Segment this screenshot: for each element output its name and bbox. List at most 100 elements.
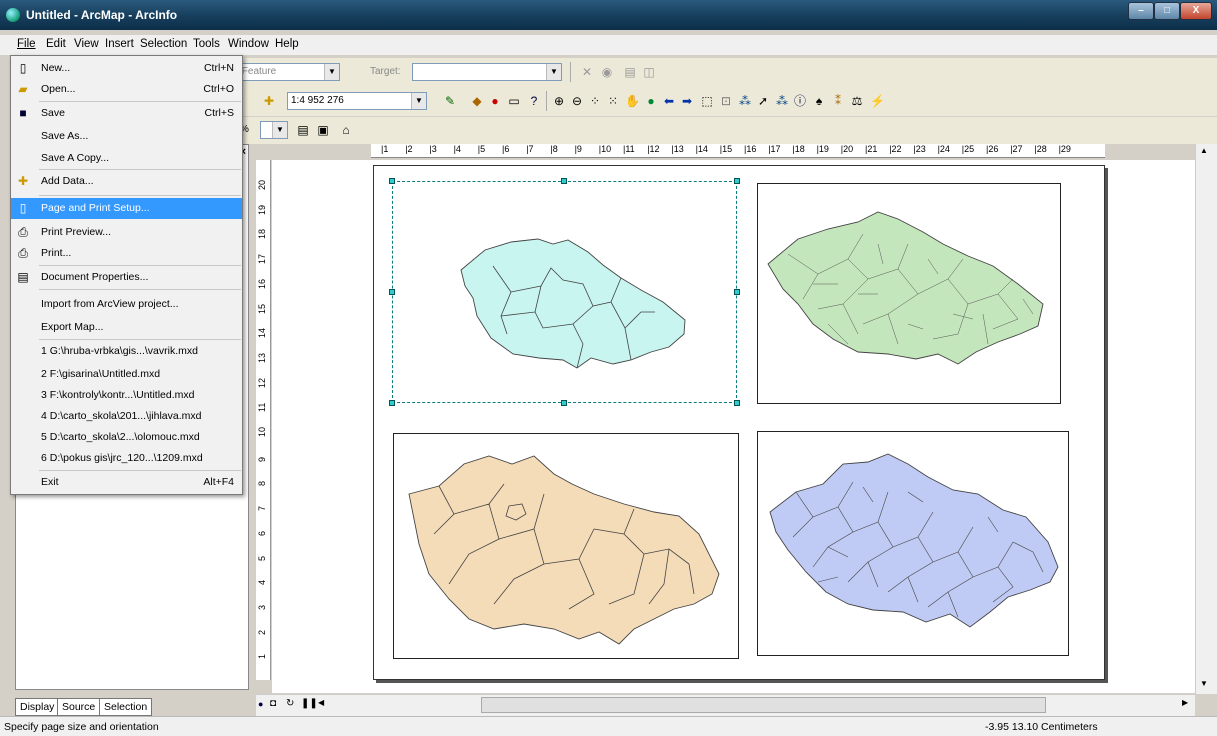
scroll-down-icon[interactable]: ▼: [1200, 679, 1208, 688]
minimize-button[interactable]: –: [1128, 2, 1154, 20]
clear-selection-icon[interactable]: ⊡: [719, 94, 733, 108]
fixed-zoom-out-icon[interactable]: ⁙: [606, 94, 620, 108]
sketch-properties-icon[interactable]: ◫: [642, 65, 656, 79]
attributes-icon[interactable]: ▤: [623, 65, 637, 79]
ruler-tick-label: 5: [257, 555, 267, 561]
go-to-xy-icon[interactable]: ⁑: [831, 94, 845, 108]
scroll-left-icon[interactable]: ◀: [318, 698, 324, 707]
select-features-icon[interactable]: ⬚: [700, 94, 714, 108]
target-combo[interactable]: ▼: [412, 63, 562, 81]
arc-icon[interactable]: ◉: [600, 65, 614, 79]
selection-handle[interactable]: [389, 400, 395, 406]
forward-extent-icon[interactable]: ➡: [680, 94, 694, 108]
change-layout-icon[interactable]: ⌂: [339, 123, 353, 137]
close-button[interactable]: X: [1180, 2, 1212, 20]
selection-handle[interactable]: [561, 400, 567, 406]
editor-icon[interactable]: ✎: [443, 94, 457, 108]
zoom-percent-combo[interactable]: ▼: [260, 121, 288, 139]
horizontal-scrollbar[interactable]: ● ◘ ↻ ❚❚ ◀ ▶: [256, 694, 1195, 716]
fixed-zoom-in-icon[interactable]: ⁘: [588, 94, 602, 108]
data-view-icon[interactable]: ●: [258, 699, 263, 709]
menu-window[interactable]: Window: [228, 38, 269, 50]
menu-insert[interactable]: Insert: [105, 38, 134, 50]
menu-item-open[interactable]: ▰ Open... Ctrl+O: [11, 79, 242, 100]
selection-handle[interactable]: [734, 400, 740, 406]
vertical-scrollbar[interactable]: ▲ ▼: [1195, 144, 1217, 694]
menu-file[interactable]: File: [17, 38, 36, 50]
menu-item-page-print-setup[interactable]: ▯ Page and Print Setup...: [11, 198, 242, 219]
menu-item-print[interactable]: ⎙ Print...: [11, 243, 242, 264]
menu-item-print-preview[interactable]: ⎙ Print Preview...: [11, 222, 242, 243]
menu-separator: [39, 195, 241, 196]
menu-item-export-map[interactable]: Export Map...: [11, 317, 242, 338]
toggle-draft-icon[interactable]: ▤: [296, 123, 310, 137]
measure-icon[interactable]: ⚖: [850, 94, 864, 108]
command-line-icon[interactable]: ▭: [507, 94, 521, 108]
layout-page[interactable]: [373, 165, 1105, 680]
menu-item-import[interactable]: Import from ArcView project...: [11, 294, 242, 315]
recent-file-5[interactable]: 5 D:\carto_skola\2...\olomouc.mxd: [11, 427, 242, 448]
menu-item-add-data[interactable]: ✚ Add Data...: [11, 171, 242, 192]
ruler-tick-label: |14: [695, 144, 708, 154]
selection-handle[interactable]: [389, 289, 395, 295]
menu-item-document-properties[interactable]: ▤ Document Properties...: [11, 267, 242, 288]
recent-file-2[interactable]: 2 F:\gisarina\Untitled.mxd: [11, 364, 242, 385]
ruler-tick-label: |28: [1034, 144, 1047, 154]
scale-combo[interactable]: 1:4 952 276 ▼: [287, 92, 427, 110]
ruler-tick-label: 15: [257, 303, 267, 314]
tab-selection[interactable]: Selection: [99, 698, 153, 716]
zoom-in-icon[interactable]: ⊕: [552, 94, 566, 108]
selection-handle[interactable]: [389, 178, 395, 184]
menu-selection[interactable]: Selection: [140, 38, 187, 50]
scroll-right-icon[interactable]: ▶: [1182, 698, 1188, 707]
menu-item-exit[interactable]: Exit Alt+F4: [11, 472, 242, 493]
scroll-thumb[interactable]: [481, 697, 1046, 713]
menu-item-save-as[interactable]: Save As...: [11, 126, 242, 147]
scroll-up-icon[interactable]: ▲: [1200, 146, 1208, 155]
identify-icon[interactable]: ⓘ: [793, 94, 807, 108]
map-frame-municipalities[interactable]: [757, 183, 1061, 404]
back-extent-icon[interactable]: ⬅: [662, 94, 676, 108]
pan-icon[interactable]: ✋: [625, 94, 640, 108]
hyperlink-icon[interactable]: ⚡: [870, 94, 885, 108]
map-municipalities: [767, 211, 1044, 365]
menu-tools[interactable]: Tools: [193, 38, 220, 50]
sketch-icon[interactable]: ✕: [580, 65, 594, 79]
full-extent-icon[interactable]: ●: [644, 94, 658, 108]
toolbox-icon[interactable]: ◆: [470, 94, 484, 108]
map-frame-orp[interactable]: [757, 431, 1069, 656]
menu-item-save[interactable]: ■ Save Ctrl+S: [11, 103, 242, 124]
task-combo[interactable]: y Feature ▼: [230, 63, 340, 81]
maximize-button[interactable]: □: [1154, 2, 1180, 20]
whats-this-icon[interactable]: ?: [527, 94, 541, 108]
pause-icon[interactable]: ❚❚: [301, 698, 318, 709]
layout-view-icon[interactable]: ◘: [270, 698, 276, 709]
menu-edit[interactable]: Edit: [46, 38, 66, 50]
map-frame-regions[interactable]: [392, 181, 737, 403]
select-elements-icon[interactable]: ➚: [756, 94, 770, 108]
add-data-icon[interactable]: ✚: [262, 94, 276, 108]
recent-file-6[interactable]: 6 D:\pokus gis\jrc_120...\1209.mxd: [11, 448, 242, 469]
ruler-tick-label: 9: [257, 456, 267, 462]
focus-data-frame-icon[interactable]: ▣: [316, 123, 330, 137]
edit-vertices-icon[interactable]: ⁂: [775, 94, 789, 108]
recent-file-1[interactable]: 1 G:\hruba-vrbka\gis...\vavrik.mxd: [11, 341, 242, 362]
selection-handle[interactable]: [734, 289, 740, 295]
recent-file-4[interactable]: 4 D:\carto_skola\201...\jihlava.mxd: [11, 406, 242, 427]
selection-handle[interactable]: [561, 178, 567, 184]
map-frame-districts[interactable]: [393, 433, 739, 659]
select-graphics-icon[interactable]: ⁂: [738, 94, 752, 108]
recent-file-3[interactable]: 3 F:\kontroly\kontr...\Untitled.mxd: [11, 385, 242, 406]
find-icon[interactable]: ♠: [812, 94, 826, 108]
ruler-tick-label: |15: [719, 144, 733, 154]
tab-source[interactable]: Source: [57, 698, 101, 716]
refresh-icon[interactable]: ↻: [286, 698, 294, 709]
tab-display[interactable]: Display: [15, 698, 60, 716]
arctoolbox-icon[interactable]: ●: [488, 94, 502, 108]
menu-help[interactable]: Help: [275, 38, 299, 50]
menu-item-save-copy[interactable]: Save A Copy...: [11, 148, 242, 169]
menu-view[interactable]: View: [74, 38, 99, 50]
menu-item-new[interactable]: ▯ New... Ctrl+N: [11, 58, 242, 79]
zoom-out-icon[interactable]: ⊖: [570, 94, 584, 108]
selection-handle[interactable]: [734, 178, 740, 184]
